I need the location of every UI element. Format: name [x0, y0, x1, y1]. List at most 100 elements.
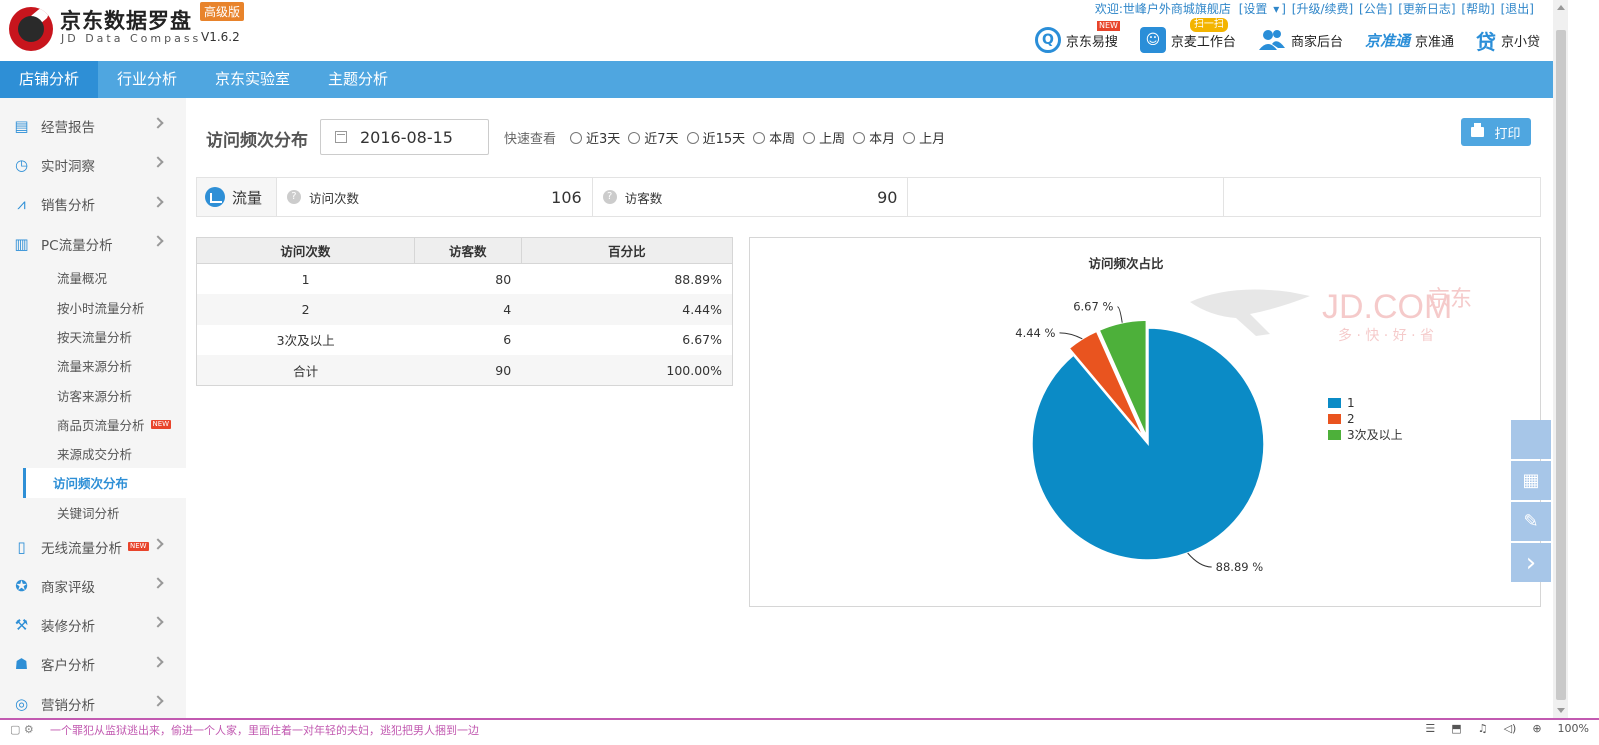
table-cell: 合计	[196, 355, 415, 386]
qr-code-icon[interactable]: ▦	[1511, 461, 1551, 500]
new-badge: NEW	[1096, 21, 1120, 31]
sidebar-sub-visitor-source[interactable]: 访客来源分析	[0, 380, 186, 409]
zoom-icon[interactable]: ⊕	[1532, 722, 1541, 735]
news-ticker[interactable]: 一个罪犯从监狱逃出来，偷进一个人家，里面住着一对年轻的夫妇，逃犯把男人捆到一边	[50, 722, 479, 738]
quick-view-label: 快速查看	[504, 132, 557, 147]
user-icon: ☗	[14, 655, 29, 674]
legend-label[interactable]: 1	[1347, 396, 1355, 410]
compass-logo-icon[interactable]	[9, 7, 53, 51]
vertical-scrollbar[interactable]	[1553, 0, 1568, 718]
pie-slice[interactable]	[1031, 327, 1265, 561]
radio-last-month[interactable]: 上月	[903, 128, 945, 147]
quicknav-jd-search[interactable]: Q 京东易搜 NEW	[1034, 21, 1120, 53]
search-icon: Q	[1034, 27, 1061, 53]
pie-data-label: 6.67 %	[1073, 300, 1113, 314]
trend-icon: ⩘	[17, 195, 26, 214]
radio-last-3-days[interactable]: 近3天	[570, 128, 620, 147]
stat-visitors: ? 访客数 90	[593, 178, 909, 216]
stat-visits: ? 访问次数 106	[277, 178, 593, 216]
print-button[interactable]: 打印	[1461, 118, 1531, 146]
table-cell: 100.00%	[521, 355, 733, 386]
table-cell: 4.44%	[521, 294, 733, 325]
help-icon[interactable]: ?	[286, 190, 301, 204]
legend-label[interactable]: 3次及以上	[1347, 428, 1403, 442]
notice-link[interactable]: [公告]	[1359, 2, 1392, 16]
scroll-down-icon[interactable]	[1557, 708, 1565, 713]
legend-label[interactable]: 2	[1347, 412, 1355, 426]
zoom-level[interactable]: 100%	[1558, 722, 1589, 735]
sidebar-item-realtime[interactable]: ◷ 实时洞察	[0, 145, 186, 184]
brush-icon: ⚒	[14, 616, 29, 635]
sidebar-item-merchant-rating[interactable]: ✪ 商家评级	[0, 566, 186, 605]
sidebar-sub-traffic-source[interactable]: 流量来源分析	[0, 351, 186, 380]
app-title: 京东数据罗盘	[60, 9, 192, 33]
status-tools: ☰ ⬒ ♫ ◁) ⊕ 100%	[1409, 722, 1589, 735]
sidebar-item-pc-traffic[interactable]: ▥ PC流量分析	[0, 224, 186, 263]
sidebar-item-mobile-traffic[interactable]: ▯ 无线流量分析 NEW	[0, 527, 186, 566]
float-tool-blank[interactable]	[1511, 420, 1551, 459]
sidebar-sub-hourly-traffic[interactable]: 按小时流量分析	[0, 292, 186, 321]
upgrade-link[interactable]: [升级/续费]	[1292, 2, 1353, 16]
table-total-row: 合计 90 100.00%	[196, 355, 733, 386]
sidebar-item-customer[interactable]: ☗ 客户分析	[0, 645, 186, 684]
edit-icon[interactable]: ✎	[1511, 502, 1551, 541]
svg-text:多 · 快 · 好 · 省: 多 · 快 · 好 · 省	[1338, 327, 1434, 344]
mobile-icon: ▯	[17, 537, 26, 556]
radio-this-month[interactable]: 本月	[853, 128, 895, 147]
sidebar-sub-source-deals[interactable]: 来源成交分析	[0, 439, 186, 468]
table-cell: 6	[503, 332, 512, 348]
sidebar-item-sales[interactable]: ⩘ 销售分析	[0, 185, 186, 224]
settings-link[interactable]: [设置 ▾]	[1237, 2, 1286, 16]
jd-watermark: JD.COM 京东 多 · 快 · 好 · 省	[1190, 287, 1472, 344]
settings-icon[interactable]: ▢ ⚙	[10, 723, 34, 736]
sidebar-sub-keywords[interactable]: 关键词分析	[0, 498, 186, 527]
sidebar-sub-visit-frequency[interactable]: 访问频次分布	[23, 468, 186, 498]
target-icon: ◎	[14, 694, 29, 713]
main-nav: 店铺分析 行业分析 京东实验室 主题分析	[0, 61, 1553, 98]
music-icon[interactable]: ♫	[1478, 722, 1488, 735]
logout-link[interactable]: [退出]	[1501, 2, 1534, 16]
legend-swatch	[1328, 430, 1341, 440]
tab-topic-analysis[interactable]: 主题分析	[309, 61, 407, 98]
loan-icon: 贷	[1475, 29, 1496, 54]
chevron-right-icon[interactable]: ›	[1511, 543, 1551, 582]
table-cell: 80	[495, 271, 512, 287]
sidebar-item-business-report[interactable]: ▤ 经营报告	[0, 106, 186, 145]
pie-chart: JD.COM 京东 多 · 快 · 好 · 省 访问频次占比 88.89 % 4.…	[1015, 256, 1472, 574]
radio-last-week[interactable]: 上周	[803, 128, 845, 147]
robot-icon: ☺	[1139, 27, 1166, 53]
leader-line	[1059, 332, 1083, 340]
sidebar-item-decoration[interactable]: ⚒ 装修分析	[0, 605, 186, 644]
sidebar-sub-product-page-traffic[interactable]: 商品页流量分析 NEW	[0, 410, 186, 439]
tab-shop-analysis[interactable]: 店铺分析	[0, 61, 99, 98]
sidebar-sub-traffic-overview[interactable]: 流量概况	[0, 263, 186, 292]
quick-nav: Q 京东易搜 NEW ☺ 京麦工作台 扫一扫 商家后台 京准通 京准通 贷 京小…	[1013, 18, 1540, 56]
sidebar-sub-daily-traffic[interactable]: 按天流量分析	[0, 322, 186, 351]
chart-title: 访问频次占比	[1088, 256, 1164, 271]
window-icon[interactable]: ⬒	[1451, 722, 1461, 735]
volume-icon[interactable]: ◁)	[1504, 722, 1517, 735]
help-link[interactable]: [帮助]	[1461, 2, 1494, 16]
app-subtitle: JD Data Compass	[61, 32, 202, 45]
quicknav-jm-workbench[interactable]: ☺ 京麦工作台 扫一扫	[1139, 18, 1236, 53]
quicknav-merchant-backend[interactable]: 商家后台	[1258, 28, 1343, 52]
quicknav-jd-loan[interactable]: 贷 京小贷	[1475, 27, 1540, 54]
new-badge: NEW	[150, 419, 172, 429]
traffic-label: 流量	[197, 178, 277, 216]
scroll-up-icon[interactable]	[1557, 5, 1565, 10]
help-icon[interactable]: ?	[602, 190, 617, 204]
scroll-thumb[interactable]	[1556, 30, 1566, 700]
radio-last-7-days[interactable]: 近7天	[628, 128, 679, 147]
table-header: 访问次数	[196, 237, 415, 264]
menu-icon[interactable]: ☰	[1425, 722, 1435, 735]
welcome-text: 欢迎:世峰户外商城旗舰店	[1094, 2, 1231, 16]
sidebar: ▤ 经营报告 ◷ 实时洞察 ⩘ 销售分析 ▥ PC流量分析 流量概况 按小时流量…	[0, 98, 186, 718]
radio-last-15-days[interactable]: 近15天	[686, 128, 745, 147]
radio-this-week[interactable]: 本周	[753, 128, 795, 147]
tab-jd-lab[interactable]: 京东实验室	[196, 61, 309, 98]
tab-industry-analysis[interactable]: 行业分析	[98, 61, 196, 98]
date-picker[interactable]: 2016-08-15	[320, 119, 489, 155]
table-cell: 2	[196, 294, 415, 325]
changelog-link[interactable]: [更新日志]	[1398, 2, 1455, 16]
quicknav-jzt[interactable]: 京准通 京准通	[1365, 27, 1454, 53]
